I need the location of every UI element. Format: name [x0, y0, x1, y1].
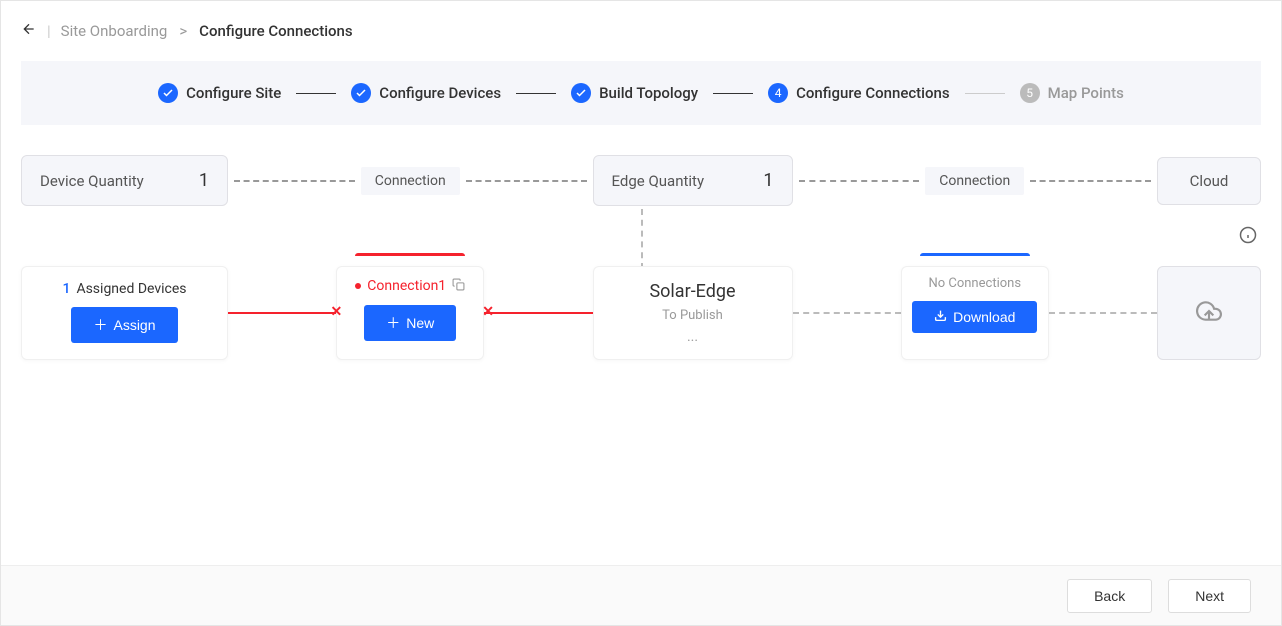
cloud-upload-icon [1196, 298, 1222, 328]
step-label: Build Topology [599, 84, 698, 102]
error-connector: ✕ [228, 266, 336, 360]
copy-icon[interactable] [452, 276, 465, 295]
check-icon [158, 83, 178, 103]
download-button-label: Download [953, 309, 1015, 325]
cloud-label: Cloud [1190, 172, 1229, 190]
card-accent [355, 253, 465, 256]
status-dot-icon [355, 283, 361, 289]
step-number-badge: 5 [1020, 83, 1040, 103]
step-configure-site[interactable]: Configure Site [158, 83, 281, 103]
card-accent [920, 253, 1030, 256]
step-label: Configure Devices [379, 84, 501, 102]
breadcrumb-separator: > [179, 22, 187, 40]
edge-quantity-value: 1 [763, 170, 773, 191]
step-configure-devices[interactable]: Configure Devices [351, 83, 501, 103]
breadcrumb: | Site Onboarding > Configure Connection… [1, 1, 1281, 61]
device-quantity-box: Device Quantity 1 [21, 155, 228, 206]
error-x-icon: ✕ [331, 304, 343, 320]
step-number-badge: 4 [768, 83, 788, 103]
assigned-count: 1 [62, 281, 70, 297]
connection1-label: Connection1 [367, 278, 446, 294]
assign-button-label: Assign [113, 317, 155, 333]
edge-status: To Publish [662, 308, 723, 323]
dashed-connector [1049, 266, 1157, 360]
device-quantity-value: 1 [199, 170, 209, 191]
dashed-connector [799, 180, 920, 182]
dashed-connector [1030, 180, 1151, 182]
breadcrumb-current: Configure Connections [199, 22, 352, 40]
connection1-title: Connection1 [355, 276, 465, 295]
step-label: Map Points [1048, 84, 1124, 102]
back-arrow-icon[interactable] [21, 21, 37, 41]
download-icon [934, 309, 947, 325]
step-connector [965, 93, 1005, 94]
assign-button[interactable]: ＋ Assign [71, 307, 177, 343]
edge-card: Solar-Edge To Publish ... [593, 266, 793, 360]
assigned-label: Assigned Devices [76, 281, 186, 297]
error-connector: ✕ [484, 266, 592, 360]
assigned-devices-card: 1 Assigned Devices ＋ Assign [21, 266, 228, 360]
device-quantity-label: Device Quantity [40, 172, 144, 190]
download-button[interactable]: Download [912, 301, 1037, 333]
assigned-devices-title: 1 Assigned Devices [62, 281, 186, 297]
connection-pill: Connection [361, 167, 460, 195]
step-label: Configure Site [186, 84, 281, 102]
back-button[interactable]: Back [1067, 579, 1152, 613]
step-connector [516, 93, 556, 94]
step-connector [296, 93, 336, 94]
no-connections-card: No Connections Download [901, 266, 1049, 360]
step-label: Configure Connections [796, 84, 949, 102]
summary-row: Device Quantity 1 Connection Edge Quanti… [1, 125, 1281, 206]
step-configure-connections[interactable]: 4 Configure Connections [768, 83, 949, 103]
plus-icon: ＋ [386, 313, 400, 333]
step-connector [713, 93, 753, 94]
step-build-topology[interactable]: Build Topology [571, 83, 698, 103]
stepper-bar: Configure Site Configure Devices Build T… [21, 61, 1261, 125]
cloud-icon-box [1157, 266, 1261, 360]
edge-quantity-box: Edge Quantity 1 [593, 155, 793, 206]
edge-name: Solar-Edge [649, 281, 735, 302]
dashed-connector [793, 266, 901, 360]
error-x-icon: ✕ [482, 304, 494, 320]
check-icon [571, 83, 591, 103]
connection-pill: Connection [925, 167, 1024, 195]
plus-icon: ＋ [93, 315, 107, 335]
edge-quantity-label: Edge Quantity [612, 172, 705, 190]
connection1-card: Connection1 ＋ New [336, 266, 484, 360]
no-connections-label: No Connections [928, 276, 1021, 291]
breadcrumb-divider: | [47, 22, 51, 40]
breadcrumb-parent[interactable]: Site Onboarding [61, 22, 168, 40]
step-map-points[interactable]: 5 Map Points [1020, 83, 1124, 103]
footer-bar: Back Next [1, 565, 1281, 625]
new-button[interactable]: ＋ New [364, 305, 456, 341]
dashed-connector [234, 180, 355, 182]
flow-row: 1 Assigned Devices ＋ Assign ✕ Connection… [1, 236, 1281, 360]
check-icon [351, 83, 371, 103]
new-button-label: New [406, 315, 434, 331]
next-button[interactable]: Next [1168, 579, 1251, 613]
cloud-box: Cloud [1157, 157, 1261, 205]
dashed-connector [466, 180, 587, 182]
more-icon[interactable]: ... [687, 329, 698, 345]
